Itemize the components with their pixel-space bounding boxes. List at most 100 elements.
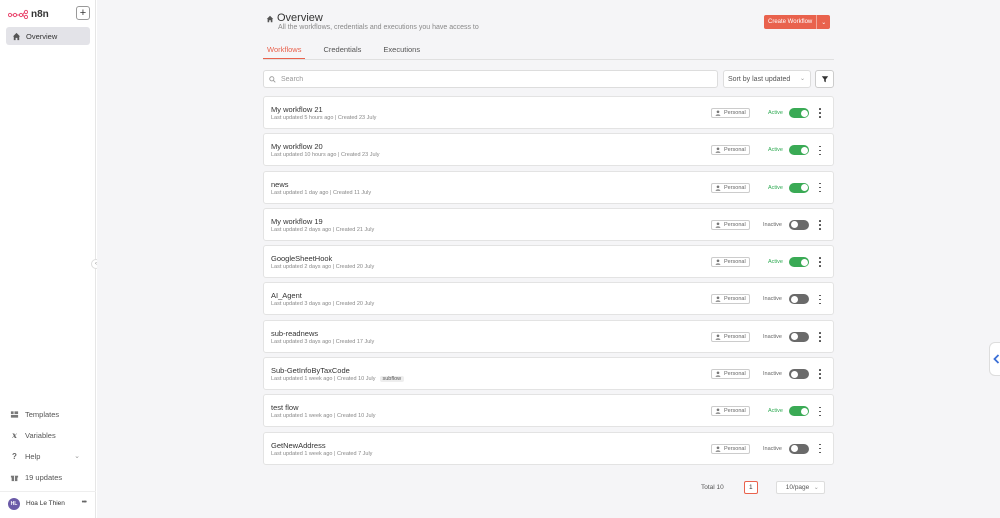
workflow-row[interactable]: sub-readnews Last updated 3 days ago | Cr… bbox=[263, 319, 834, 353]
user-menu[interactable]: HL Hoa Le Thien ••• bbox=[8, 497, 90, 510]
help-icon: ? bbox=[12, 451, 17, 461]
filter-button[interactable] bbox=[815, 70, 834, 88]
owner-badge: Personal bbox=[711, 406, 750, 417]
active-toggle[interactable] bbox=[789, 182, 809, 193]
workflow-updated: Last updated 1 day ago bbox=[271, 189, 329, 196]
more-vertical-icon[interactable] bbox=[817, 405, 823, 417]
sidebar-item-help[interactable]: ? Help ⌄ bbox=[10, 450, 86, 462]
workflow-created: Created 10 July bbox=[336, 376, 376, 383]
toggle-knob bbox=[790, 370, 798, 378]
tab-executions[interactable]: Executions bbox=[379, 43, 424, 59]
variables-icon: x bbox=[12, 430, 17, 440]
sidebar-item-updates[interactable]: 19 updates bbox=[10, 471, 86, 483]
more-vertical-icon[interactable] bbox=[817, 331, 823, 343]
create-workflow-button[interactable]: Create Workflow bbox=[764, 15, 817, 29]
workflow-row[interactable]: AI_Agent Last updated 3 days ago | Create… bbox=[263, 282, 834, 316]
toggle-knob bbox=[790, 445, 798, 453]
status-label: Inactive bbox=[763, 296, 782, 303]
workflow-row[interactable]: My workflow 21 Last updated 5 hours ago |… bbox=[263, 96, 834, 129]
workflow-row[interactable]: My workflow 19 Last updated 2 days ago | … bbox=[263, 207, 834, 241]
owner-badge: Personal bbox=[711, 369, 750, 380]
sort-value: Sort by last updated bbox=[728, 75, 791, 83]
tab-credentials[interactable]: Credentials bbox=[319, 43, 365, 59]
side-panel-toggle[interactable] bbox=[989, 342, 1000, 376]
create-workflow-button-group: Create Workflow ⌄ bbox=[764, 15, 831, 29]
workflow-meta: Last updated 10 hours ago | Created 23 J… bbox=[271, 152, 379, 158]
owner-label: Personal bbox=[724, 408, 746, 415]
sidebar-item-overview[interactable]: Overview bbox=[6, 27, 90, 45]
chevron-down-icon: ⌄ bbox=[799, 76, 805, 82]
home-icon bbox=[266, 15, 274, 23]
status-label: Active bbox=[768, 110, 783, 116]
workflow-meta: Last updated 1 week ago | Created 10 Jul… bbox=[271, 413, 376, 419]
page-size-select[interactable]: 10/page ⌄ bbox=[775, 480, 825, 494]
workflow-name[interactable]: test flow bbox=[271, 403, 299, 412]
user-icon bbox=[715, 259, 721, 265]
workflow-name[interactable]: news bbox=[271, 180, 289, 189]
workflow-row[interactable]: news Last updated 1 day ago | Created 11 … bbox=[263, 170, 834, 204]
workflow-name[interactable]: My workflow 21 bbox=[271, 105, 323, 114]
filter-icon bbox=[821, 76, 828, 83]
workflow-meta: Last updated 3 days ago | Created 20 Jul… bbox=[271, 301, 374, 307]
status-label: Inactive bbox=[763, 221, 782, 228]
more-vertical-icon[interactable] bbox=[817, 443, 823, 455]
workflow-row[interactable]: Sub-GetInfoByTaxCode Last updated 1 week … bbox=[263, 357, 834, 391]
workflow-row[interactable]: test flow Last updated 1 week ago | Creat… bbox=[263, 394, 834, 428]
more-vertical-icon[interactable] bbox=[817, 256, 823, 268]
page-button[interactable]: 1 bbox=[743, 480, 758, 494]
workflow-name[interactable]: GoogleSheetHook bbox=[271, 254, 332, 263]
sidebar-item-variables[interactable]: x Variables bbox=[10, 429, 86, 441]
active-toggle[interactable] bbox=[789, 294, 809, 305]
workflow-name[interactable]: sub-readnews bbox=[271, 329, 318, 338]
workflow-name[interactable]: My workflow 20 bbox=[271, 142, 323, 151]
status-label: Inactive bbox=[763, 445, 782, 452]
user-icon bbox=[715, 147, 721, 153]
workflow-updated: Last updated 1 week ago bbox=[271, 376, 333, 383]
owner-label: Personal bbox=[724, 259, 746, 266]
sidebar-item-label: Variables bbox=[25, 430, 56, 440]
workflow-tag[interactable]: subflow bbox=[379, 376, 405, 383]
sidebar-item-label: Help bbox=[25, 451, 41, 461]
workflow-name[interactable]: Sub-GetInfoByTaxCode bbox=[271, 366, 350, 375]
workflow-name[interactable]: GetNewAddress bbox=[271, 441, 326, 450]
more-vertical-icon[interactable] bbox=[817, 144, 823, 156]
more-vertical-icon[interactable] bbox=[817, 107, 823, 119]
workflow-updated: Last updated 3 days ago bbox=[271, 338, 332, 345]
avatar: HL bbox=[8, 497, 20, 510]
workflow-meta: Last updated 2 days ago | Created 21 Jul… bbox=[271, 227, 374, 233]
add-button[interactable]: + bbox=[76, 6, 90, 20]
active-toggle[interactable] bbox=[789, 369, 809, 380]
active-toggle[interactable] bbox=[789, 331, 809, 342]
active-toggle[interactable] bbox=[789, 219, 809, 230]
toggle-knob bbox=[800, 109, 808, 117]
more-vertical-icon[interactable] bbox=[817, 368, 823, 380]
workflow-created: Created 10 July bbox=[336, 413, 376, 420]
search-input[interactable] bbox=[281, 75, 681, 83]
sort-select[interactable]: Sort by last updated ⌄ bbox=[723, 70, 811, 88]
more-vertical-icon[interactable] bbox=[817, 219, 823, 231]
owner-badge: Personal bbox=[711, 182, 750, 193]
workflow-name[interactable]: My workflow 19 bbox=[271, 217, 323, 226]
sidebar-item-label: Templates bbox=[25, 409, 60, 419]
more-vertical-icon[interactable] bbox=[817, 293, 823, 305]
sidebar-item-templates[interactable]: Templates bbox=[10, 408, 86, 420]
more-vertical-icon[interactable] bbox=[817, 182, 823, 194]
active-toggle[interactable] bbox=[789, 108, 809, 118]
active-toggle[interactable] bbox=[789, 443, 809, 454]
active-toggle[interactable] bbox=[789, 257, 809, 268]
active-toggle[interactable] bbox=[789, 145, 809, 156]
more-horizontal-icon[interactable]: ••• bbox=[82, 499, 87, 506]
workflow-meta: Last updated 3 days ago | Created 17 Jul… bbox=[271, 339, 374, 345]
workflow-row[interactable]: GoogleSheetHook Last updated 2 days ago |… bbox=[263, 245, 834, 279]
owner-label: Personal bbox=[724, 184, 746, 191]
active-toggle[interactable] bbox=[789, 406, 809, 417]
workflow-name[interactable]: AI_Agent bbox=[271, 291, 302, 300]
toggle-knob bbox=[800, 184, 808, 192]
tab-workflows[interactable]: Workflows bbox=[263, 43, 306, 59]
create-dropdown-button[interactable]: ⌄ bbox=[816, 15, 831, 29]
sidebar-divider bbox=[0, 491, 96, 492]
workflow-row[interactable]: My workflow 20 Last updated 10 hours ago … bbox=[263, 133, 834, 167]
brand-name: n8n bbox=[31, 8, 49, 20]
workflow-row[interactable]: GetNewAddress Last updated 1 week ago | C… bbox=[263, 431, 834, 465]
chevron-down-icon: ⌄ bbox=[821, 19, 827, 26]
